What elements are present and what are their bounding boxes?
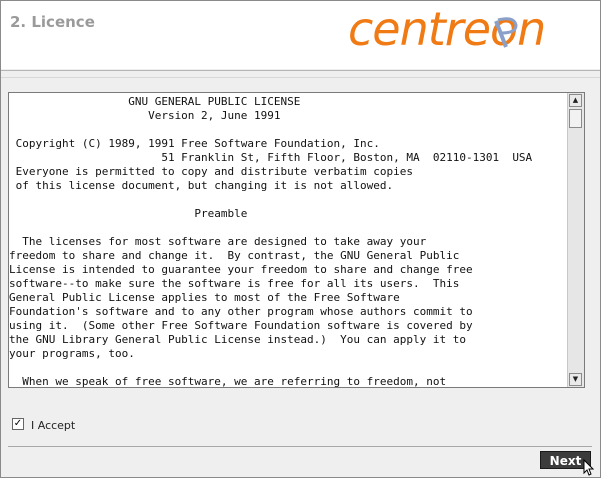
header-divider-secondary	[1, 77, 600, 78]
scroll-down-icon[interactable]: ▼	[569, 373, 582, 386]
header-divider	[1, 70, 600, 71]
scrollbar-thumb[interactable]	[569, 109, 582, 128]
step-title: 2. Licence	[10, 13, 95, 31]
licence-textarea[interactable]: GNU GENERAL PUBLIC LICENSE Version 2, Ju…	[8, 92, 585, 388]
licence-scrollbar[interactable]: ▲ ▼	[567, 93, 584, 387]
mouse-pointer-icon	[583, 459, 594, 476]
scroll-up-icon[interactable]: ▲	[569, 94, 582, 107]
centreon-logo: centreon	[348, 3, 546, 53]
footer-divider	[8, 446, 592, 447]
accept-label[interactable]: I Accept	[31, 419, 75, 432]
licence-text: GNU GENERAL PUBLIC LICENSE Version 2, Ju…	[9, 95, 533, 387]
accept-checkbox[interactable]: ✓	[12, 418, 24, 430]
header: 2. Licence centreon	[1, 1, 600, 69]
